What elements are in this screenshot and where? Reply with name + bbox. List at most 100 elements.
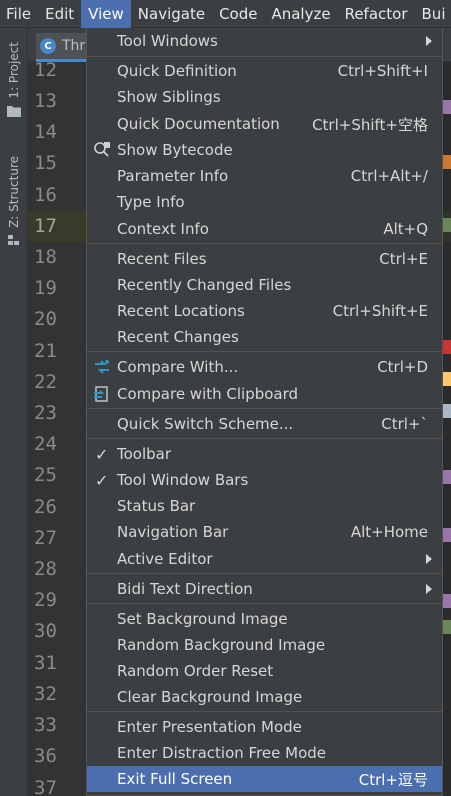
- submenu-arrow-icon: [426, 584, 432, 594]
- menu-item-tool-window-bars[interactable]: ✓ Tool Window Bars: [87, 467, 442, 493]
- menu-item-tool-windows[interactable]: Tool Windows: [87, 28, 442, 54]
- structure-tool-tab[interactable]: Z: Structure: [0, 156, 28, 246]
- menu-item-show-siblings[interactable]: Show Siblings: [87, 84, 442, 110]
- menu-item-toolbar[interactable]: ✓ Toolbar: [87, 441, 442, 467]
- menu-item-label: Context Info: [117, 220, 209, 238]
- menu-edit[interactable]: Edit: [38, 0, 81, 28]
- code-fragment: [443, 340, 451, 354]
- menu-item-label: Bidi Text Direction: [117, 580, 253, 598]
- line-number: 33: [34, 714, 57, 736]
- menu-item-quick-switch-scheme[interactable]: Quick Switch Scheme... Ctrl+`: [87, 411, 442, 437]
- menu-item-bidi-text-direction[interactable]: Bidi Text Direction: [87, 576, 442, 602]
- menu-item-label: Recent Files: [117, 250, 207, 268]
- code-fragment: [443, 528, 451, 542]
- menu-analyze[interactable]: Analyze: [264, 0, 337, 28]
- menu-item-label: Status Bar: [117, 497, 196, 515]
- menu-separator: [87, 603, 442, 604]
- menu-item-set-background-image[interactable]: Set Background Image: [87, 606, 442, 632]
- menu-item-label: Tool Windows: [117, 32, 218, 50]
- code-fragment: [443, 218, 451, 232]
- menu-view[interactable]: View: [81, 0, 131, 28]
- code-fragment: [443, 620, 451, 634]
- checkmark-icon: ✓: [95, 470, 109, 490]
- menu-item-label: Quick Switch Scheme...: [117, 415, 294, 433]
- line-number: 32: [34, 683, 57, 705]
- menu-separator: [87, 56, 442, 57]
- line-number-gutter: 12 13 14 15 16 17 18 19 20 21 22 23 24 2…: [28, 59, 86, 796]
- line-number-current: 17: [28, 211, 86, 242]
- menu-item-type-info[interactable]: Type Info: [87, 189, 442, 215]
- menu-item-shortcut: Ctrl+Shift+E: [332, 302, 428, 320]
- menu-separator: [87, 351, 442, 352]
- menu-item-navigation-bar[interactable]: Navigation Bar Alt+Home: [87, 519, 442, 545]
- menu-item-compare-with[interactable]: Compare With... Ctrl+D: [87, 354, 442, 380]
- code-fragment: [443, 470, 451, 484]
- menu-navigate[interactable]: Navigate: [131, 0, 212, 28]
- menu-item-quick-definition[interactable]: Quick Definition Ctrl+Shift+I: [87, 58, 442, 84]
- menu-item-recent-files[interactable]: Recent Files Ctrl+E: [87, 246, 442, 272]
- project-tool-tab[interactable]: 1: Project: [0, 42, 28, 117]
- menu-separator: [87, 243, 442, 244]
- menu-item-show-bytecode[interactable]: Show Bytecode: [87, 137, 442, 163]
- menu-item-label: Recently Changed Files: [117, 276, 292, 294]
- line-number: 19: [34, 277, 57, 299]
- code-fragment: [443, 155, 451, 169]
- code-fragment: [443, 100, 451, 114]
- menu-item-exit-full-screen[interactable]: Exit Full Screen Ctrl+逗号: [87, 766, 442, 792]
- compare-icon: [95, 360, 109, 374]
- menu-item-random-background-image[interactable]: Random Background Image: [87, 632, 442, 658]
- menu-code[interactable]: Code: [212, 0, 264, 28]
- menu-separator: [87, 408, 442, 409]
- menu-item-label: Set Background Image: [117, 610, 288, 628]
- menu-item-recent-locations[interactable]: Recent Locations Ctrl+Shift+E: [87, 298, 442, 324]
- menu-item-label: Enter Distraction Free Mode: [117, 744, 327, 762]
- menu-item-random-order-reset[interactable]: Random Order Reset: [87, 658, 442, 684]
- menu-item-recent-changes[interactable]: Recent Changes: [87, 324, 442, 350]
- menu-item-shortcut: Ctrl+`: [381, 415, 428, 433]
- menu-item-label: Active Editor: [117, 550, 213, 568]
- menu-item-shortcut: Alt+Q: [383, 220, 428, 238]
- menu-item-label: Navigation Bar: [117, 523, 229, 541]
- menu-item-label: Compare With...: [117, 358, 239, 376]
- line-number: 21: [34, 340, 57, 362]
- menu-separator: [87, 711, 442, 712]
- menu-item-status-bar[interactable]: Status Bar: [87, 493, 442, 519]
- menu-item-recently-changed-files[interactable]: Recently Changed Files: [87, 272, 442, 298]
- menu-item-quick-documentation[interactable]: Quick Documentation Ctrl+Shift+空格: [87, 111, 442, 137]
- line-number: 22: [34, 371, 57, 393]
- class-icon: C: [40, 38, 56, 54]
- menu-item-label: Quick Definition: [117, 62, 237, 80]
- menu-refactor[interactable]: Refactor: [338, 0, 415, 28]
- menu-item-context-info[interactable]: Context Info Alt+Q: [87, 216, 442, 242]
- project-tool-label: 1: Project: [7, 42, 21, 99]
- line-number: 36: [34, 745, 57, 767]
- line-number: 29: [34, 589, 57, 611]
- menu-item-compare-with-clipboard[interactable]: Compare with Clipboard: [87, 381, 442, 407]
- menu-item-label: Recent Changes: [117, 328, 239, 346]
- menu-item-label: Parameter Info: [117, 167, 229, 185]
- code-fragment: [443, 404, 451, 418]
- line-number: 13: [34, 90, 57, 112]
- editor-tab-label: Thr: [62, 38, 86, 54]
- menu-item-label: Random Background Image: [117, 636, 326, 654]
- menu-item-clear-background-image[interactable]: Clear Background Image: [87, 684, 442, 710]
- line-number: 30: [34, 620, 57, 642]
- menu-item-enter-distraction-free-mode[interactable]: Enter Distraction Free Mode: [87, 740, 442, 766]
- checkmark-icon: ✓: [95, 444, 109, 464]
- menu-item-label: Type Info: [117, 193, 185, 211]
- menu-item-shortcut: Ctrl+Shift+空格: [312, 115, 428, 134]
- line-number: 31: [34, 652, 57, 674]
- menu-file[interactable]: File: [0, 0, 38, 28]
- menu-build[interactable]: Bui: [415, 0, 451, 28]
- menu-item-label: Toolbar: [117, 445, 172, 463]
- menu-item-enter-presentation-mode[interactable]: Enter Presentation Mode: [87, 714, 442, 740]
- code-fragment: [443, 372, 451, 386]
- line-number: 14: [34, 121, 57, 143]
- menu-item-label: Show Siblings: [117, 88, 221, 106]
- menu-separator: [87, 438, 442, 439]
- structure-icon: [8, 234, 19, 245]
- compare-clipboard-icon: [94, 386, 108, 402]
- menu-item-active-editor[interactable]: Active Editor: [87, 546, 442, 572]
- menu-item-parameter-info[interactable]: Parameter Info Ctrl+Alt+/: [87, 163, 442, 189]
- line-number: 12: [34, 59, 57, 81]
